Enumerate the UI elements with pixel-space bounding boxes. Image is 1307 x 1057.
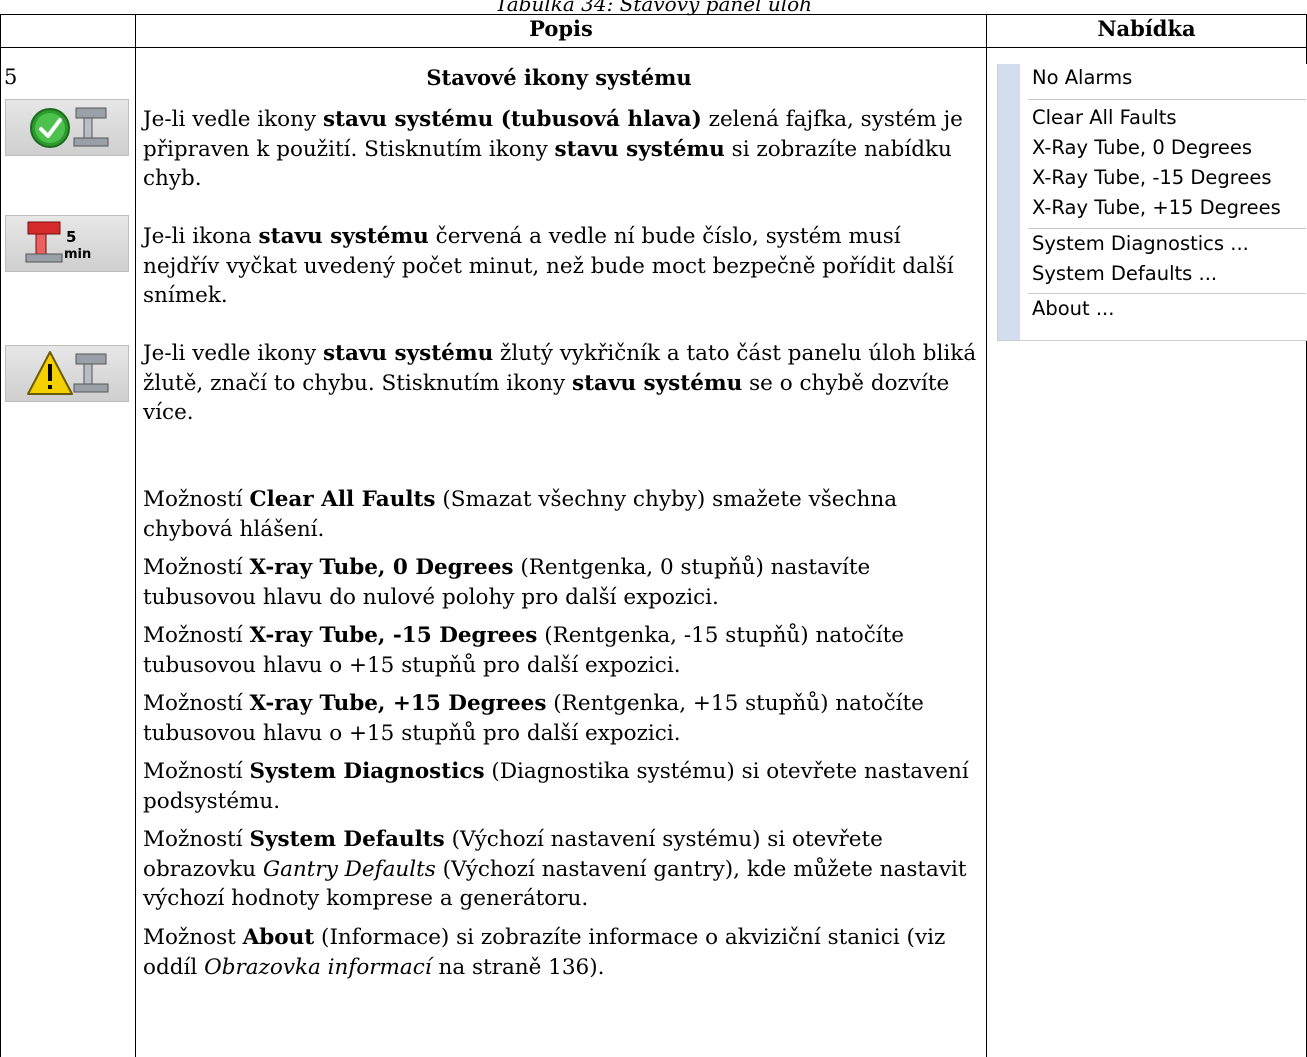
paragraph-wait: Je-li ikona stavu systému červená a vedl… [143,224,954,308]
column-divider-2 [986,14,987,1057]
row-title: Stavové ikony systému [426,65,692,90]
menu-item-clear-all-faults[interactable]: Clear All Faults [1032,106,1177,129]
menu-icon-column [998,64,1020,340]
header-nabidka: Nabídka [1097,16,1196,41]
paragraph-xray-minus15: Možností X-ray Tube, -15 Degrees (Rentge… [143,623,905,678]
wait-minutes-value: 5 [66,228,76,246]
menu-item-system-defaults[interactable]: System Defaults ... [1032,262,1217,285]
table-border-left [0,14,1,1057]
header-divider [0,47,1307,48]
yellow-warning-tube-head-icon [5,345,129,402]
status-taskbar-table: Popis Nabídka 5 Stavové ikony systému 5 … [0,14,1307,1057]
menu-item-xray-0-degrees[interactable]: X-Ray Tube, 0 Degrees [1032,136,1252,159]
paragraph-clear-all-faults: Možností Clear All Faults (Smazat všechn… [143,487,898,542]
menu-separator [1028,293,1306,294]
status-context-menu: No Alarms Clear All Faults X-Ray Tube, 0… [997,64,1307,341]
red-tube-head-timer-icon: 5 min [5,215,129,272]
paragraph-fault: Je-li vedle ikony stavu systému žlutý vy… [143,341,977,425]
wait-unit-label: min [64,247,91,262]
paragraph-xray-0: Možností X-ray Tube, 0 Degrees (Rentgenk… [143,555,871,610]
menu-item-xray-plus15-degrees[interactable]: X-Ray Tube, +15 Degrees [1032,196,1281,219]
table-border-top [0,14,1307,15]
menu-item-system-diagnostics[interactable]: System Diagnostics ... [1032,232,1249,255]
menu-item-xray-minus15-degrees[interactable]: X-Ray Tube, -15 Degrees [1032,166,1272,189]
green-check-tube-head-icon [5,99,129,156]
column-divider-1 [135,14,136,1057]
paragraph-system-defaults: Možností System Defaults (Výchozí nastav… [143,827,967,911]
paragraph-about: Možnost About (Informace) si zobrazíte i… [143,925,946,980]
menu-item-about[interactable]: About ... [1032,297,1114,320]
header-popis: Popis [529,16,593,41]
paragraph-system-diagnostics: Možností System Diagnostics (Diagnostika… [143,759,969,814]
paragraph-xray-plus15: Možností X-ray Tube, +15 Degrees (Rentge… [143,691,924,746]
row-number: 5 [4,65,18,89]
menu-item-no-alarms[interactable]: No Alarms [1032,66,1132,89]
menu-separator [1028,228,1306,229]
paragraph-ready: Je-li vedle ikony stavu systému (tubusov… [143,107,963,191]
menu-separator [1028,99,1306,100]
